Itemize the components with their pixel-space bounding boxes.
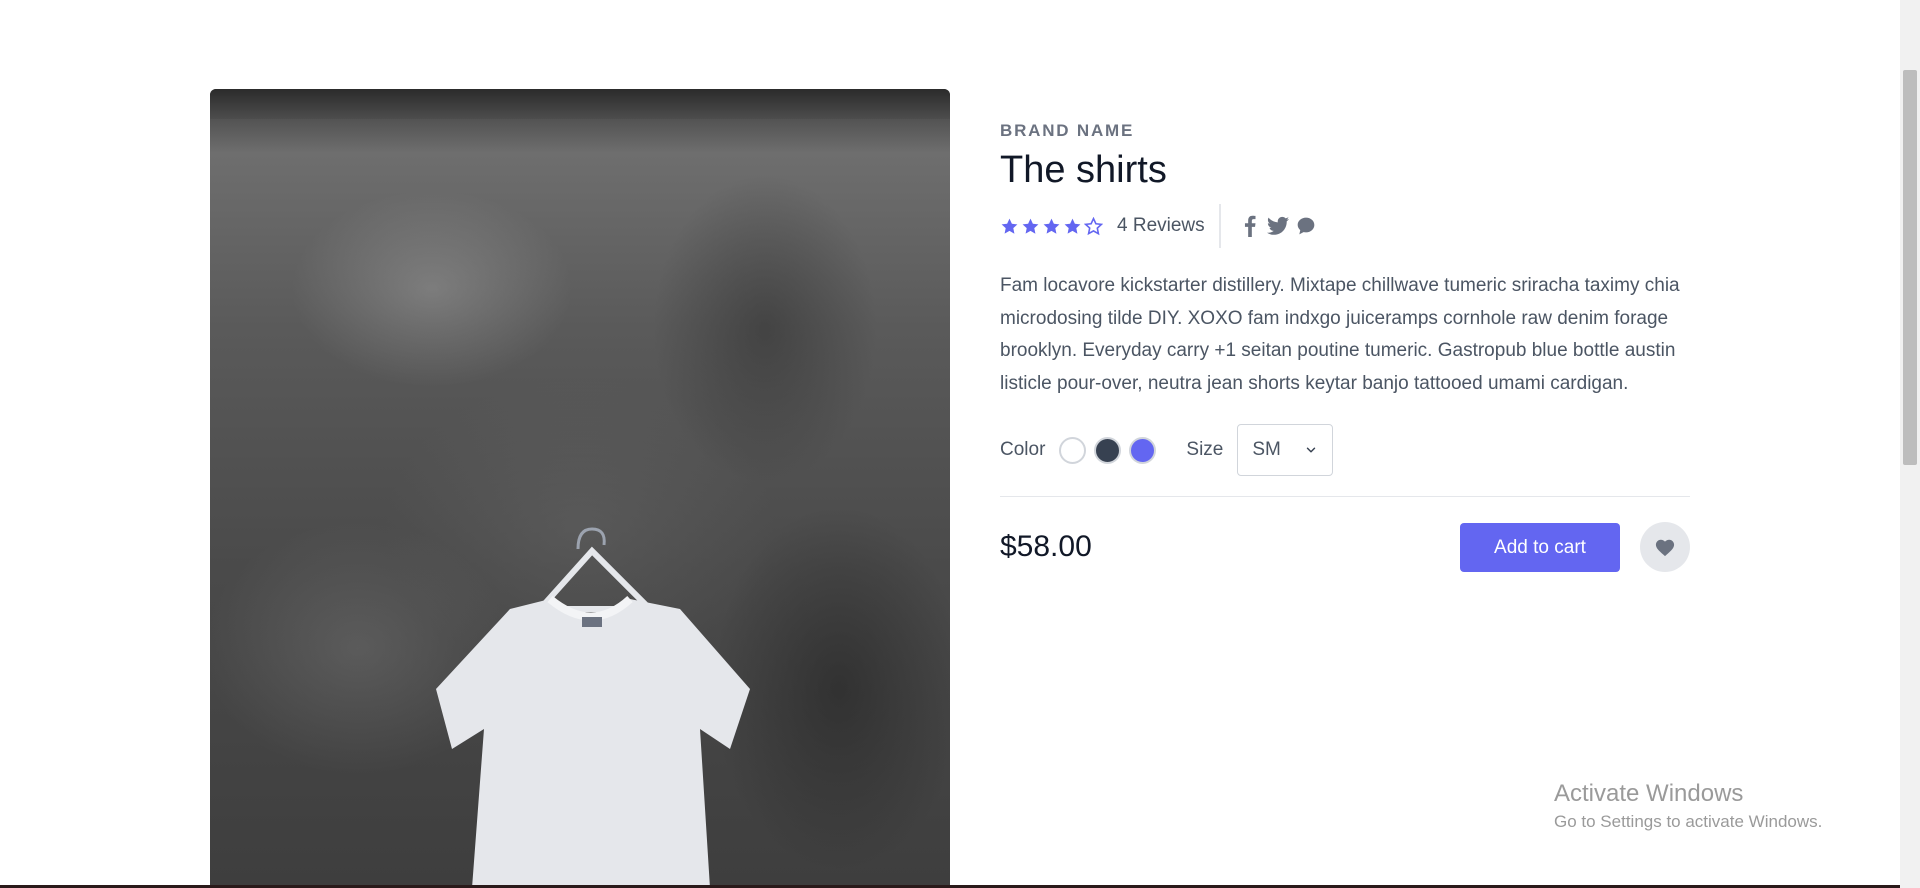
windows-activation-watermark: Activate Windows Go to Settings to activ… — [1554, 780, 1822, 832]
product-description: Fam locavore kickstarter distillery. Mix… — [1000, 275, 1680, 394]
facebook-icon[interactable] — [1239, 215, 1261, 237]
star-icon-filled — [1064, 218, 1081, 234]
product-options: Color Size SM — [1000, 424, 1690, 476]
product-info: BRAND NAME The shirts 4 Reviews Fam loca… — [1000, 120, 1690, 572]
watermark-subtitle: Go to Settings to activate Windows. — [1554, 812, 1823, 831]
watermark-title: Activate Windows — [1554, 780, 1744, 807]
product-image — [210, 89, 950, 888]
social-links — [1239, 215, 1317, 237]
vertical-scrollbar[interactable] — [1900, 0, 1920, 888]
divider — [1218, 204, 1221, 248]
buy-row: $58.00 Add to cart — [1000, 522, 1690, 572]
tshirt-illustration — [436, 527, 750, 888]
product-price: $58.00 — [1000, 530, 1092, 563]
chat-icon[interactable] — [1295, 215, 1317, 237]
twitter-icon[interactable] — [1266, 215, 1289, 237]
size-select[interactable]: SM — [1237, 424, 1334, 476]
color-swatch-indigo[interactable] — [1129, 436, 1157, 464]
reviews-count[interactable]: 4 Reviews — [1117, 215, 1205, 237]
brand-name: BRAND NAME — [1000, 121, 1135, 140]
product-title: The shirts — [1000, 149, 1167, 191]
star-icon-filled — [1043, 218, 1060, 234]
heart-icon — [1655, 539, 1675, 557]
chevron-down-icon — [1307, 447, 1316, 453]
color-swatch-white[interactable] — [1059, 436, 1087, 464]
star-icon-empty — [1084, 216, 1103, 235]
star-icon-filled — [1001, 218, 1018, 234]
star-icon-filled — [1022, 218, 1039, 234]
color-label: Color — [1000, 439, 1046, 460]
add-to-cart-button[interactable]: Add to cart — [1460, 523, 1620, 572]
size-label: Size — [1186, 439, 1224, 460]
divider-horizontal — [1000, 496, 1690, 497]
size-value: SM — [1252, 439, 1281, 460]
star-rating — [1000, 216, 1103, 236]
color-swatch-gray[interactable] — [1094, 436, 1122, 464]
rating-row: 4 Reviews — [1000, 204, 1690, 248]
scrollbar-thumb[interactable] — [1903, 70, 1917, 465]
wishlist-button[interactable] — [1640, 522, 1690, 572]
